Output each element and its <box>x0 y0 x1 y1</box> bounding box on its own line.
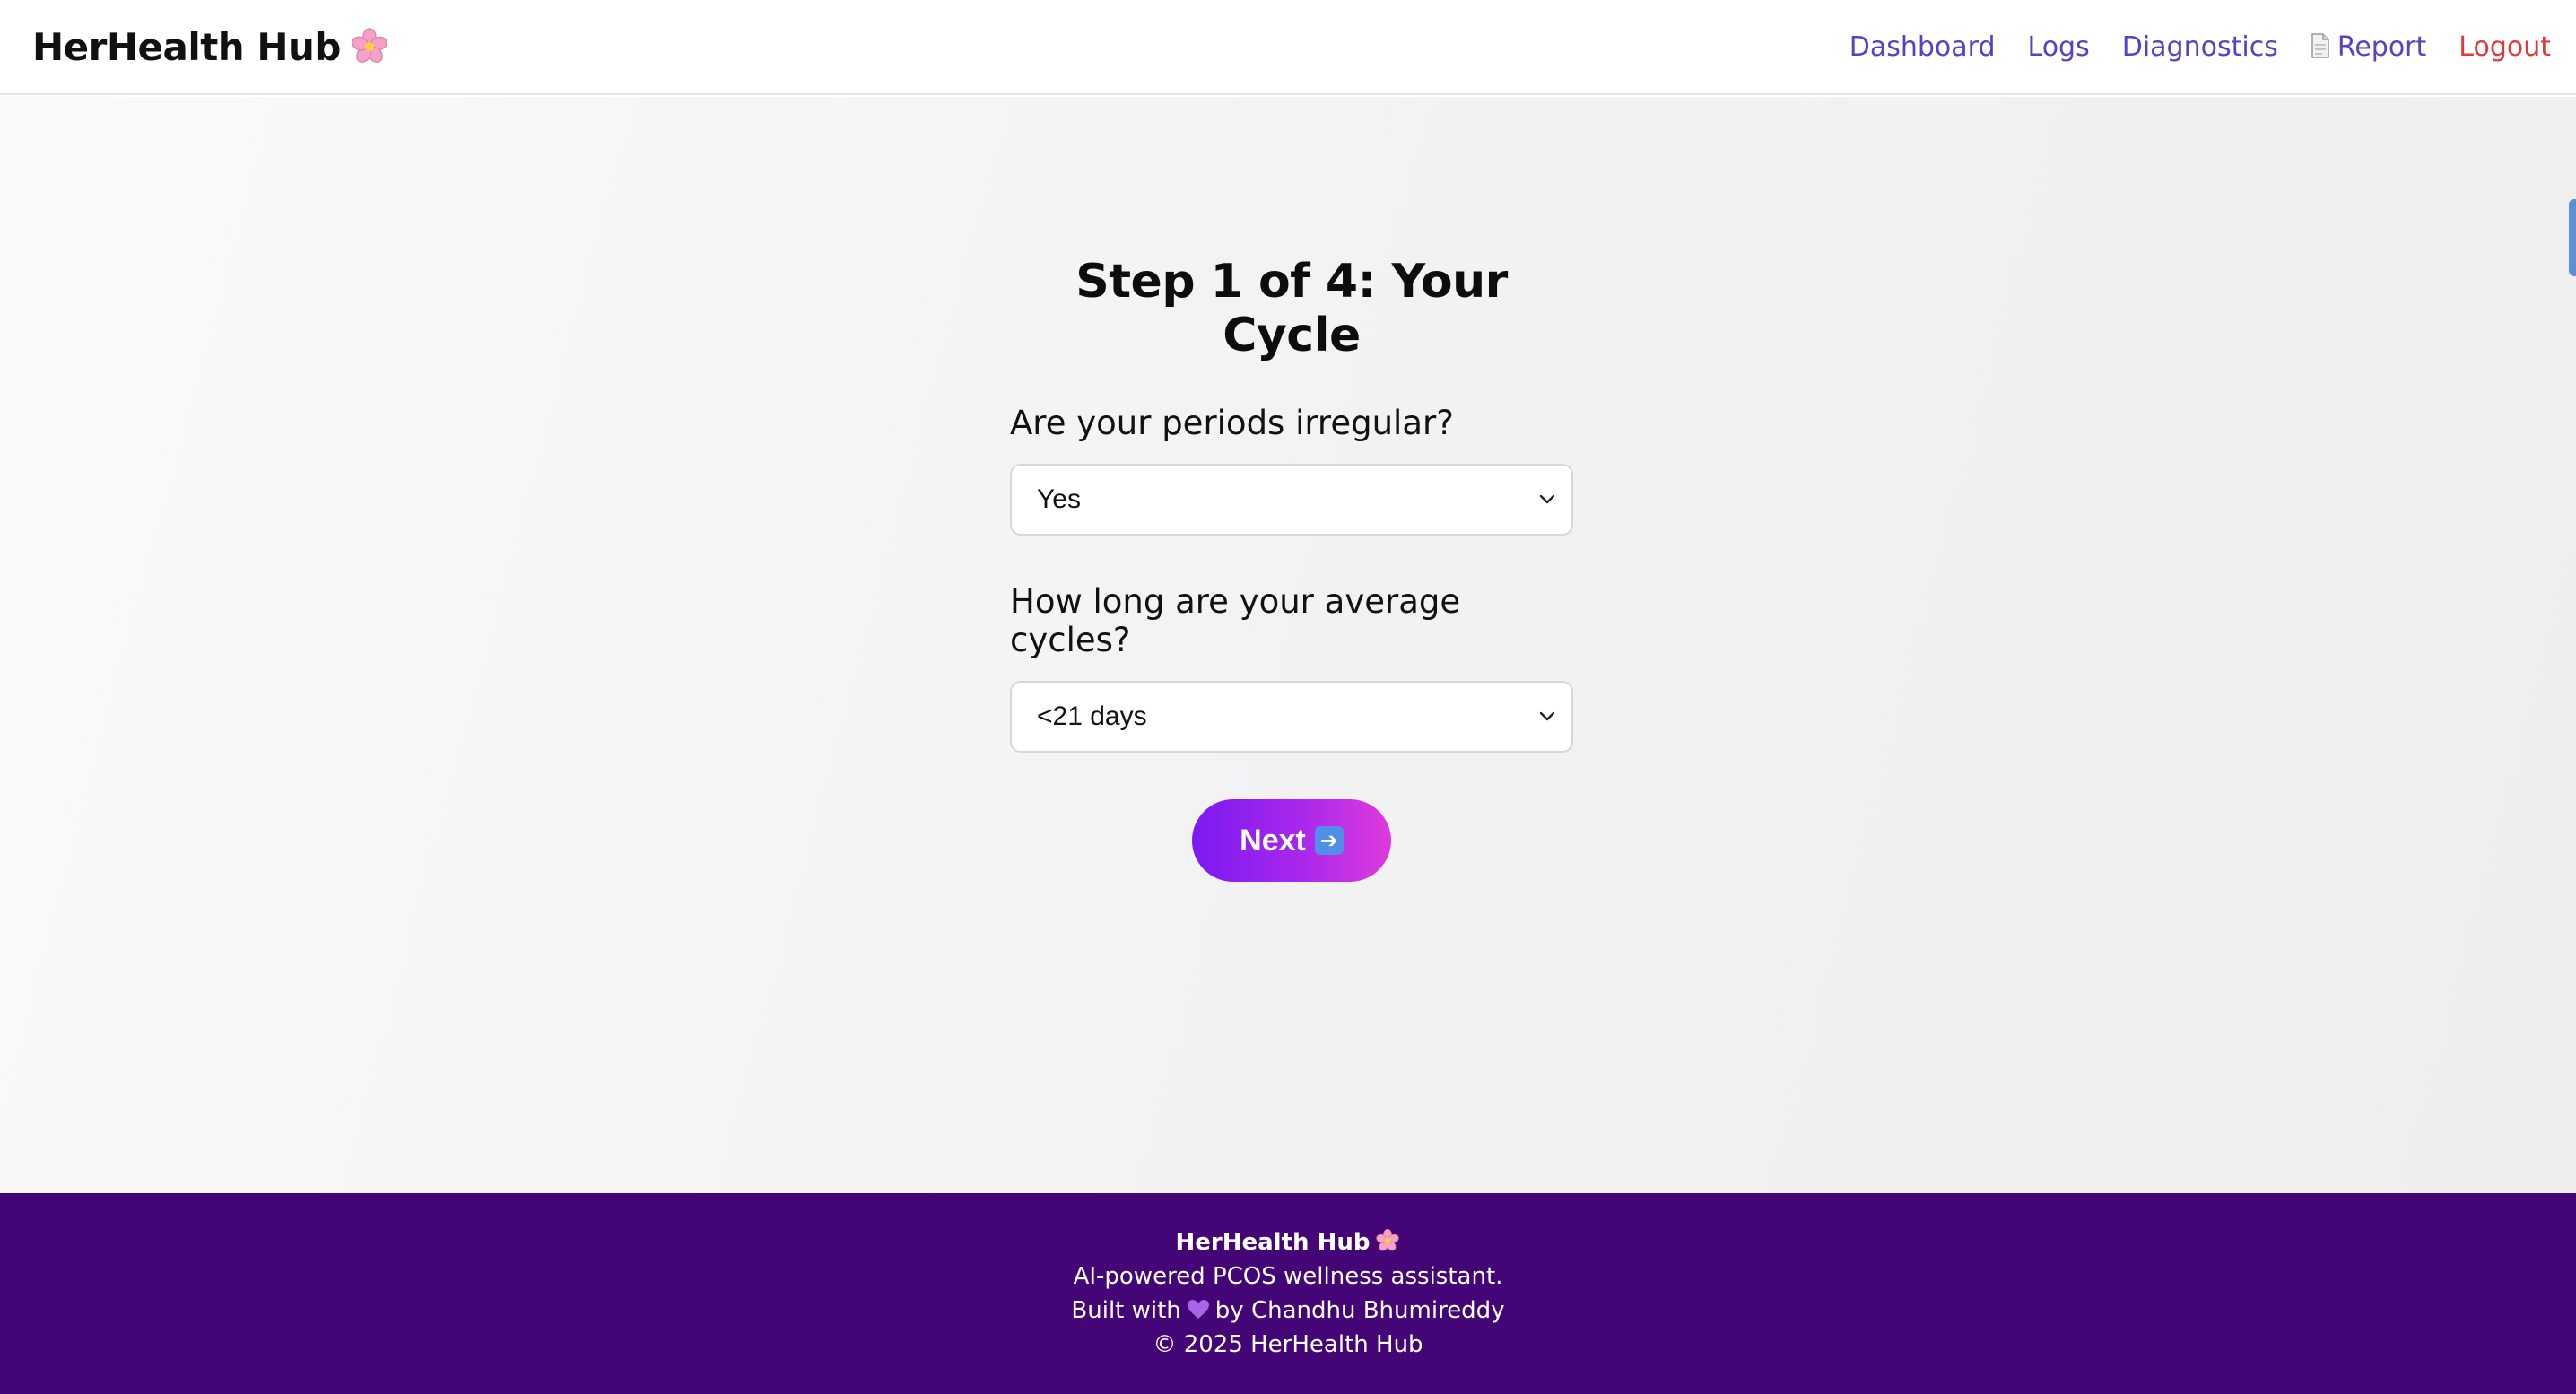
footer-brand: HerHealth Hub <box>1175 1229 1371 1256</box>
nav-logs-link[interactable]: Logs <box>2028 31 2090 63</box>
right-arrow-icon: ➔ <box>1314 826 1344 855</box>
footer-brand-line: HerHealth Hub <box>0 1225 2576 1259</box>
nav-dashboard-link[interactable]: Dashboard <box>1849 31 1996 63</box>
nav-menu: Dashboard Logs Diagnostics Report Logout <box>1849 31 2551 63</box>
footer: HerHealth Hub AI-powered PCOS wellness a… <box>0 1193 2576 1394</box>
main-content: Step 1 of 4: Your Cycle Are your periods… <box>0 97 2576 1193</box>
top-navbar: HerHealth Hub Dashboard Logs Diagnostics <box>0 0 2576 95</box>
purple-heart-icon <box>1187 1296 1210 1319</box>
chevron-down-icon <box>1539 494 1555 505</box>
cycle-length-label: How long are your average cycles? <box>1010 582 1461 659</box>
footer-credit-line: Built with by Chandhu Bhumireddy <box>0 1294 2576 1328</box>
footer-built-prefix: Built with <box>1071 1297 1181 1324</box>
nav-report-link[interactable]: Report <box>2311 31 2426 63</box>
irregular-periods-select[interactable]: Yes <box>1010 464 1573 536</box>
cycle-step-form: Step 1 of 4: Your Cycle Are your periods… <box>1010 255 1573 882</box>
nav-diagnostics-link[interactable]: Diagnostics <box>2122 31 2278 63</box>
next-button-wrap: Next ➔ <box>1010 799 1573 882</box>
irregular-periods-label: Are your periods irregular? <box>1010 404 1454 442</box>
nav-report-label: Report <box>2337 30 2427 63</box>
footer-copyright: © 2025 HerHealth Hub <box>1153 1331 1423 1358</box>
footer-built-suffix: by Chandhu Bhumireddy <box>1214 1297 1505 1324</box>
step-title: Step 1 of 4: Your Cycle <box>1075 255 1508 362</box>
scrollbar-thumb[interactable] <box>2569 199 2576 276</box>
brand-logo[interactable]: HerHealth Hub <box>32 25 389 69</box>
cycle-length-select[interactable]: <21 days <box>1010 681 1573 753</box>
footer-tagline: AI-powered PCOS wellness assistant. <box>1073 1263 1503 1290</box>
next-button-label: Next <box>1240 823 1306 858</box>
nav-logout-link[interactable]: Logout <box>2459 31 2551 63</box>
document-icon <box>2311 32 2330 58</box>
brand-name: HerHealth Hub <box>32 24 341 69</box>
chevron-down-icon <box>1539 711 1555 722</box>
cherry-blossom-icon <box>1375 1228 1400 1253</box>
irregular-periods-value: Yes <box>1037 484 1081 514</box>
next-button[interactable]: Next ➔ <box>1192 799 1391 882</box>
cycle-length-value: <21 days <box>1037 701 1147 731</box>
cherry-blossom-icon <box>350 27 389 66</box>
